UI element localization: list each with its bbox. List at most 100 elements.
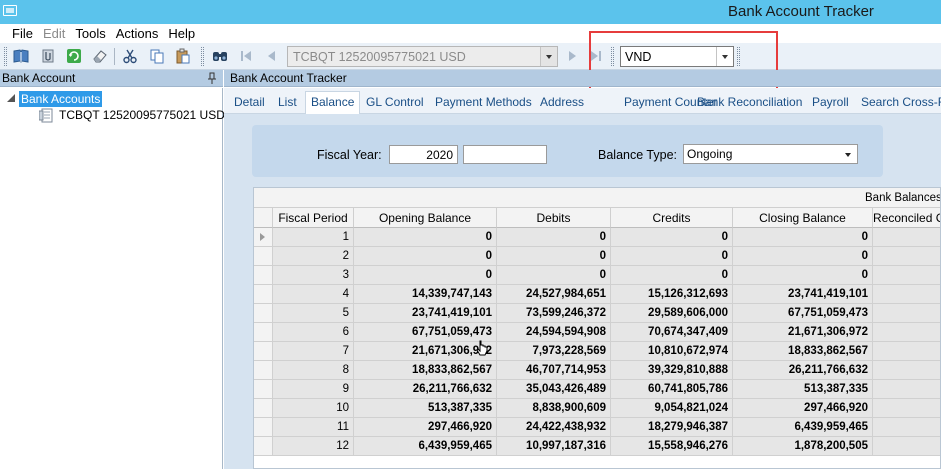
refresh-icon[interactable] [66,48,82,64]
table-cell[interactable]: 29,589,606,000 [611,304,733,323]
table-row[interactable]: 7 21,671,306,972 7,973,228,569 10,810,672,9… [254,342,940,361]
row-selector[interactable] [254,418,273,437]
currency-selector[interactable]: VND [620,46,734,67]
column-header-credits[interactable]: Credits [611,208,733,228]
account-selector[interactable]: TCBQT 12520095775021 USD [287,46,558,67]
toolbar-grip[interactable] [611,47,614,66]
table-cell[interactable]: 8,838,900,609 [497,399,611,418]
table-cell[interactable]: 24,594,594,908 [497,323,611,342]
column-header-debits[interactable]: Debits [497,208,611,228]
toolbar-grip[interactable] [737,47,740,66]
table-cell[interactable]: 1,878,200,505 [733,437,873,456]
chevron-down-icon[interactable] [716,47,733,66]
prev-record-icon[interactable] [264,48,280,64]
table-cell[interactable]: 7 [273,342,354,361]
menu-edit[interactable]: Edit [43,26,65,41]
table-cell[interactable]: 9 [273,380,354,399]
table-row[interactable]: 10000 [254,228,940,247]
table-cell[interactable]: 24,527,984,651 [497,285,611,304]
row-selector[interactable] [254,304,273,323]
table-cell[interactable]: 73,599,246,372 [497,304,611,323]
table-cell[interactable]: 6,439,959,465 [354,437,497,456]
fiscal-year-secondary-input[interactable] [463,145,547,164]
table-cell[interactable]: 4 [273,285,354,304]
table-row[interactable]: 4 14,339,747,143 24,527,984,651 15,126,312,… [254,285,940,304]
cut-icon[interactable] [122,48,138,64]
tab-detail[interactable]: Detail [234,95,265,109]
tree-node-bank-accounts[interactable]: Bank Accounts [19,91,103,107]
table-cell[interactable]: 60,741,805,786 [611,380,733,399]
table-cell[interactable]: 6 [273,323,354,342]
table-cell[interactable] [873,380,940,399]
table-cell[interactable]: 46,707,714,953 [497,361,611,380]
table-cell[interactable]: 14,339,747,143 [354,285,497,304]
table-cell[interactable]: 0 [497,266,611,285]
table-cell[interactable]: 0 [354,266,497,285]
table-row[interactable]: 10 513,387,335 8,838,900,609 9,054,821,024 2… [254,399,940,418]
table-cell[interactable]: 8 [273,361,354,380]
table-cell[interactable]: 297,466,920 [354,418,497,437]
pin-icon[interactable] [208,72,216,84]
table-cell[interactable]: 67,751,059,473 [733,304,873,323]
table-cell[interactable]: 2 [273,247,354,266]
table-cell[interactable]: 5 [273,304,354,323]
table-cell[interactable]: 0 [611,228,733,247]
toolbar-grip[interactable] [201,47,204,66]
table-row[interactable]: 11 297,466,920 24,422,438,932 18,279,946,38… [254,418,940,437]
table-cell[interactable]: 6,439,959,465 [733,418,873,437]
table-cell[interactable]: 10,810,672,974 [611,342,733,361]
row-selector[interactable] [254,437,273,456]
table-cell[interactable]: 0 [611,247,733,266]
table-cell[interactable] [873,418,940,437]
table-cell[interactable] [873,399,940,418]
book-icon[interactable] [13,48,29,64]
table-cell[interactable]: 1 [273,228,354,247]
column-header-opening-balance[interactable]: Opening Balance [354,208,497,228]
table-cell[interactable] [873,437,940,456]
row-selector[interactable] [254,247,273,266]
table-cell[interactable]: 3 [273,266,354,285]
chevron-down-icon[interactable] [845,153,851,157]
table-cell[interactable]: 12 [273,437,354,456]
table-cell[interactable]: 10 [273,399,354,418]
table-cell[interactable]: 513,387,335 [354,399,497,418]
table-cell[interactable]: 39,329,810,888 [611,361,733,380]
table-cell[interactable]: 0 [733,228,873,247]
table-cell[interactable]: 18,833,862,567 [354,361,497,380]
column-header-closing-balance[interactable]: Closing Balance [733,208,873,228]
table-row[interactable]: 5 23,741,419,101 73,599,246,372 29,589,606,… [254,304,940,323]
table-cell[interactable]: 11 [273,418,354,437]
table-cell[interactable]: 0 [733,247,873,266]
paste-icon[interactable] [175,48,191,64]
eraser-icon[interactable] [92,48,108,64]
menu-actions[interactable]: Actions [116,26,159,41]
table-cell[interactable]: 21,671,306,972 [733,323,873,342]
table-row[interactable]: 20000 [254,247,940,266]
row-selector[interactable] [254,399,273,418]
attach-icon[interactable] [40,48,56,64]
table-cell[interactable] [873,247,940,266]
table-row[interactable]: 12 6,439,959,465 10,997,187,316 15,558,946,… [254,437,940,456]
table-cell[interactable] [873,285,940,304]
table-cell[interactable]: 24,422,438,932 [497,418,611,437]
toolbar-grip[interactable] [4,47,7,66]
table-row[interactable]: 9 26,211,766,632 35,043,426,489 60,741,805,… [254,380,940,399]
table-cell[interactable]: 9,054,821,024 [611,399,733,418]
table-cell[interactable]: 18,833,862,567 [733,342,873,361]
row-selector[interactable] [254,285,273,304]
last-record-icon[interactable] [588,48,604,64]
table-cell[interactable]: 0 [497,247,611,266]
table-cell[interactable]: 23,741,419,101 [733,285,873,304]
row-selector[interactable] [254,228,273,247]
table-cell[interactable] [873,228,940,247]
table-cell[interactable]: 0 [611,266,733,285]
tab-search-cross-r[interactable]: Search Cross-R [861,95,941,109]
tree-node-account[interactable]: TCBQT 12520095775021 USD [59,108,225,122]
menu-tools[interactable]: Tools [75,26,105,41]
table-cell[interactable]: 513,387,335 [733,380,873,399]
copy-icon[interactable] [149,48,165,64]
tab-payment-methods[interactable]: Payment Methods [435,95,532,109]
table-cell[interactable]: 35,043,426,489 [497,380,611,399]
table-cell[interactable] [873,361,940,380]
table-cell[interactable] [873,342,940,361]
